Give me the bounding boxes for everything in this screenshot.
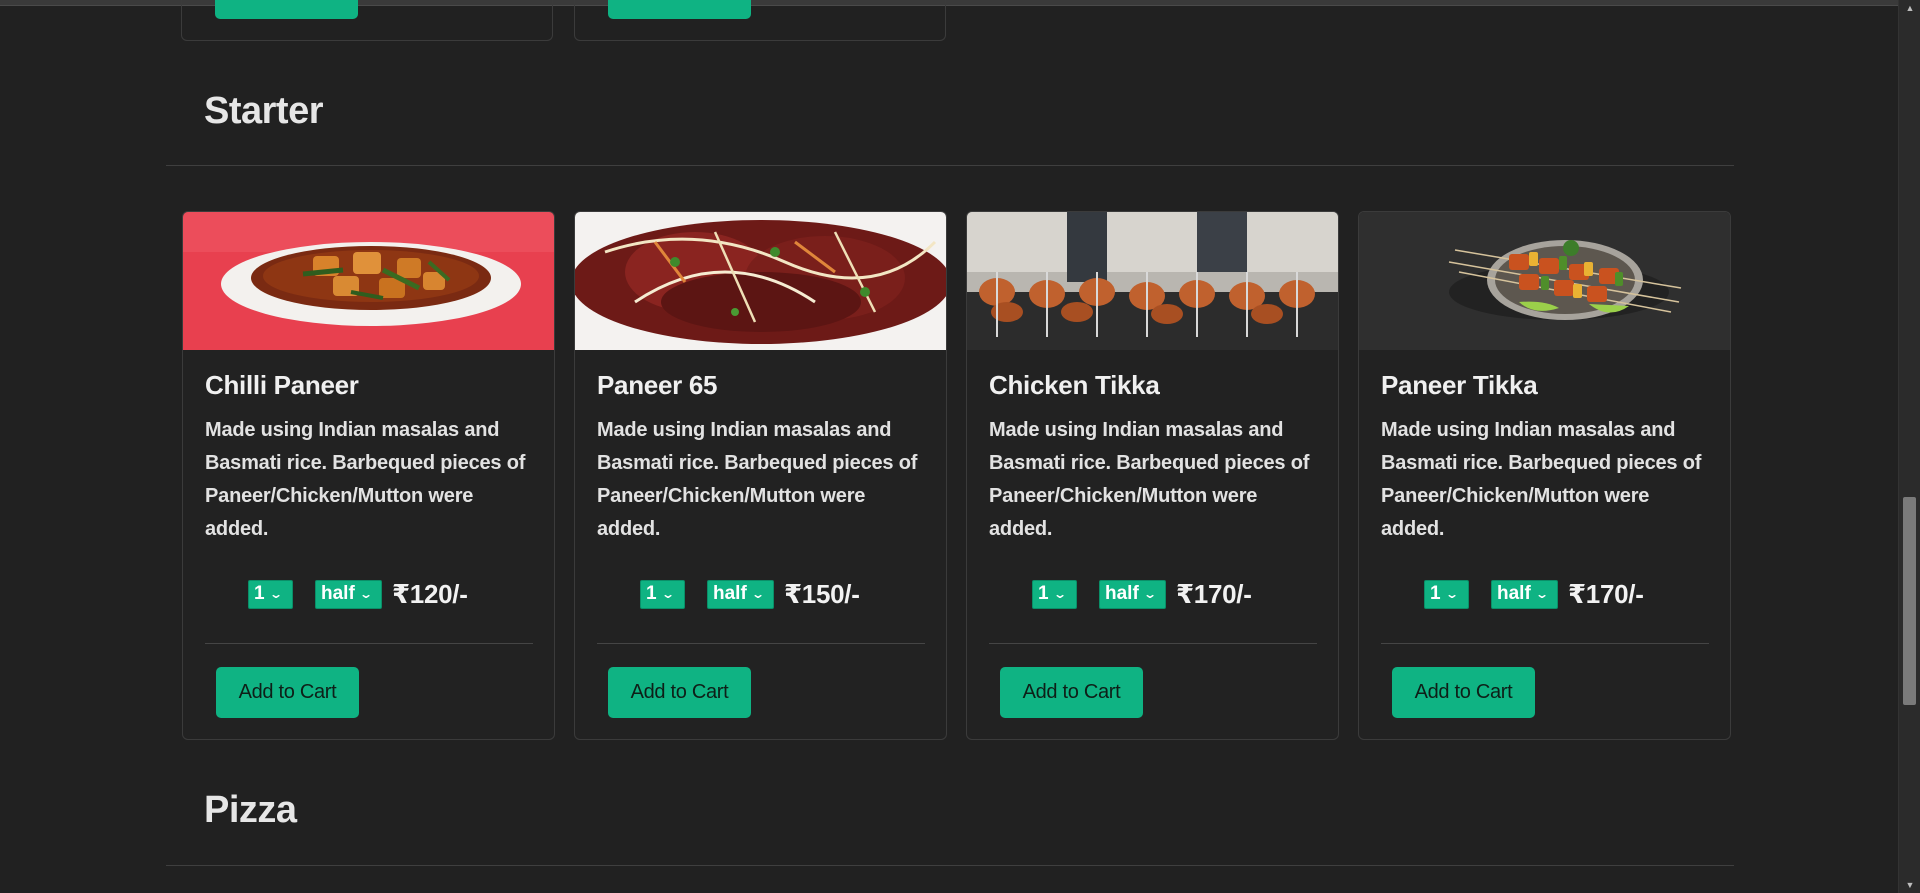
chevron-down-icon: ⌄ (1444, 587, 1459, 601)
dish-options: 1 ⌄ half ⌄ ₹150/- (640, 579, 860, 609)
dish-description: Made using Indian masalas and Basmati ri… (597, 419, 918, 540)
previous-add-to-cart-button[interactable] (608, 0, 751, 19)
section-divider (166, 865, 1734, 866)
dish-title: Chicken Tikka (989, 370, 1160, 400)
chevron-down-icon: ⌄ (750, 587, 765, 601)
card-divider (989, 643, 1317, 644)
chevron-down-icon: ⌄ (1052, 587, 1067, 601)
chevron-down-icon: ⌄ (1142, 587, 1157, 601)
quantity-select[interactable]: 1 ⌄ (1032, 579, 1077, 609)
dish-price: ₹120/- (392, 578, 468, 609)
add-to-cart-button[interactable]: Add to Cart (216, 667, 359, 718)
dish-options: 1 ⌄ half ⌄ ₹170/- (1424, 579, 1644, 609)
card-divider (205, 643, 533, 644)
menu-card-chicken-tikka: Chicken Tikka Made using Indian masalas … (966, 211, 1339, 740)
chevron-down-icon: ⌄ (660, 587, 675, 601)
quantity-value: 1 (1430, 583, 1441, 604)
dish-image-chicken-tikka (967, 212, 1338, 350)
section-divider (166, 165, 1734, 166)
portion-select[interactable]: half ⌄ (1099, 579, 1166, 609)
section-title-starter: Starter (204, 90, 324, 132)
scroll-up-arrow-icon[interactable]: ▲ (1899, 0, 1920, 16)
section-title-pizza: Pizza (204, 789, 297, 831)
quantity-value: 1 (646, 583, 657, 604)
portion-value: half (713, 583, 747, 604)
add-to-cart-button[interactable]: Add to Cart (1000, 667, 1143, 718)
dish-options: 1 ⌄ half ⌄ ₹120/- (248, 579, 468, 609)
menu-card-paneer-tikka: Paneer Tikka Made using Indian masalas a… (1358, 211, 1731, 740)
dish-title: Chilli Paneer (205, 370, 359, 400)
menu-card-paneer-65: Paneer 65 Made using Indian masalas and … (574, 211, 947, 740)
card-divider (597, 643, 925, 644)
quantity-value: 1 (254, 583, 265, 604)
menu-card-chilli-paneer: Chilli Paneer Made using Indian masalas … (182, 211, 555, 740)
portion-value: half (321, 583, 355, 604)
quantity-select[interactable]: 1 ⌄ (640, 579, 685, 609)
card-divider (1381, 643, 1709, 644)
previous-card (574, 0, 946, 41)
dish-image-paneer-tikka (1359, 212, 1730, 350)
dish-price: ₹170/- (1568, 578, 1644, 609)
quantity-select[interactable]: 1 ⌄ (248, 579, 293, 609)
dish-title: Paneer 65 (597, 370, 718, 400)
chevron-down-icon: ⌄ (358, 587, 373, 601)
page-scrollbar[interactable]: ▲ ▼ (1898, 0, 1920, 893)
dish-price: ₹170/- (1176, 578, 1252, 609)
dish-price: ₹150/- (784, 578, 860, 609)
dish-description: Made using Indian masalas and Basmati ri… (1381, 419, 1702, 540)
menu-page: Starter Chilli Paneer Made using Indian … (0, 0, 1898, 893)
portion-value: half (1105, 583, 1139, 604)
portion-select[interactable]: half ⌄ (707, 579, 774, 609)
portion-value: half (1497, 583, 1531, 604)
chevron-down-icon: ⌄ (1534, 587, 1549, 601)
scrollbar-thumb[interactable] (1903, 497, 1916, 705)
scroll-down-arrow-icon[interactable]: ▼ (1899, 877, 1920, 893)
portion-select[interactable]: half ⌄ (315, 579, 382, 609)
dish-image-paneer-65 (575, 212, 946, 350)
dish-image-chilli-paneer (183, 212, 554, 350)
previous-card (181, 0, 553, 41)
add-to-cart-button[interactable]: Add to Cart (608, 667, 751, 718)
dish-description: Made using Indian masalas and Basmati ri… (989, 419, 1310, 540)
dish-options: 1 ⌄ half ⌄ ₹170/- (1032, 579, 1252, 609)
portion-select[interactable]: half ⌄ (1491, 579, 1558, 609)
add-to-cart-button[interactable]: Add to Cart (1392, 667, 1535, 718)
dish-description: Made using Indian masalas and Basmati ri… (205, 419, 526, 540)
dish-title: Paneer Tikka (1381, 370, 1538, 400)
previous-add-to-cart-button[interactable] (215, 0, 358, 19)
quantity-value: 1 (1038, 583, 1049, 604)
quantity-select[interactable]: 1 ⌄ (1424, 579, 1469, 609)
chevron-down-icon: ⌄ (268, 587, 283, 601)
